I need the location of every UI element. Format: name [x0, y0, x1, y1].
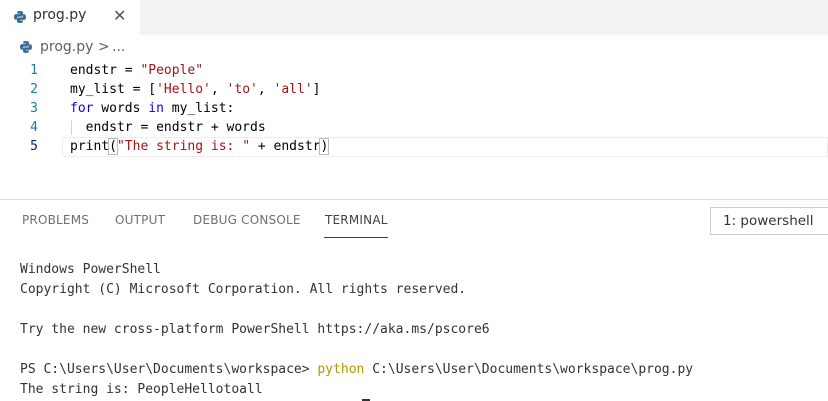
panel-divider[interactable] — [0, 199, 828, 200]
close-icon[interactable]: ✕ — [113, 6, 126, 25]
tab-label: prog.py — [33, 7, 87, 23]
terminal-args: C:\Users\User\Documents\workspace\prog.p… — [364, 362, 694, 377]
keyword: for — [70, 101, 94, 116]
terminal-line: Windows PowerShell — [20, 262, 161, 277]
terminal-prompt: PS C:\Users\User\Documents\workspace> — [20, 362, 318, 377]
bracket-match: ( — [108, 138, 118, 155]
string-literal: 'to' — [226, 82, 258, 97]
tab-problems[interactable]: PROBLEMS — [22, 213, 89, 227]
code-editor[interactable]: 1 endstr = "People" 2 my_list = ['Hello'… — [0, 61, 828, 161]
current-code-line: 5 print("The string is: " + endstr) — [0, 137, 828, 157]
breadcrumb-more[interactable]: ... — [112, 39, 125, 55]
line-number: 2 — [30, 82, 38, 97]
code-line: 4 endstr = endstr + words — [0, 118, 828, 137]
string-literal: "The string is: " — [116, 139, 251, 154]
terminal-line: The string is: PeopleHellotoall — [20, 382, 263, 397]
line-number: 3 — [30, 101, 38, 116]
code-text: print — [70, 139, 110, 154]
tab-output[interactable]: OUTPUT — [115, 213, 165, 227]
terminal-selector[interactable]: 1: powershell — [710, 207, 828, 235]
code-line: 3 for words in my_list: — [0, 99, 828, 118]
string-literal: "People" — [140, 63, 204, 78]
string-literal: 'Hello' — [156, 82, 211, 97]
code-text: my_list: — [163, 101, 235, 116]
line-number: 4 — [30, 120, 38, 135]
terminal-selector-value: 1: powershell — [723, 213, 814, 229]
terminal-line: Try the new cross-platform PowerShell ht… — [20, 322, 490, 337]
terminal-line: Copyright (C) Microsoft Corporation. All… — [20, 282, 467, 297]
string-literal: 'all' — [273, 82, 313, 97]
breadcrumb-file[interactable]: prog.py — [40, 39, 93, 55]
code-text: words — [93, 101, 149, 116]
line-number: 1 — [30, 63, 38, 78]
python-icon — [20, 41, 32, 53]
code-line: 1 endstr = "People" — [0, 61, 828, 80]
tab-prog-py[interactable]: prog.py ✕ — [0, 0, 140, 35]
tab-debug-console[interactable]: DEBUG CONSOLE — [193, 213, 301, 227]
terminal-command: python — [317, 362, 365, 377]
code-text: , — [210, 82, 227, 97]
code-text: endstr = endstr + words — [70, 120, 266, 135]
editor-tab-bar: prog.py ✕ — [0, 0, 828, 35]
python-icon — [14, 11, 26, 23]
active-tab-indicator — [324, 237, 388, 238]
terminal-command-line: PS C:\Users\User\Documents\workspace> py… — [20, 360, 693, 380]
code-text: + endstr — [250, 139, 321, 154]
line-number: 5 — [30, 139, 38, 154]
code-text: my_list = [ — [70, 82, 157, 97]
bracket-match: ) — [319, 138, 330, 155]
keyword: in — [148, 101, 164, 116]
code-text: endstr = — [70, 63, 141, 78]
breadcrumb: prog.py > ... — [0, 36, 828, 58]
breadcrumb-separator: > — [98, 39, 110, 55]
code-text: ] — [312, 82, 321, 97]
code-text: , — [257, 82, 274, 97]
tab-terminal[interactable]: TERMINAL — [325, 213, 388, 227]
code-line: 2 my_list = ['Hello', 'to', 'all'] — [0, 80, 828, 99]
